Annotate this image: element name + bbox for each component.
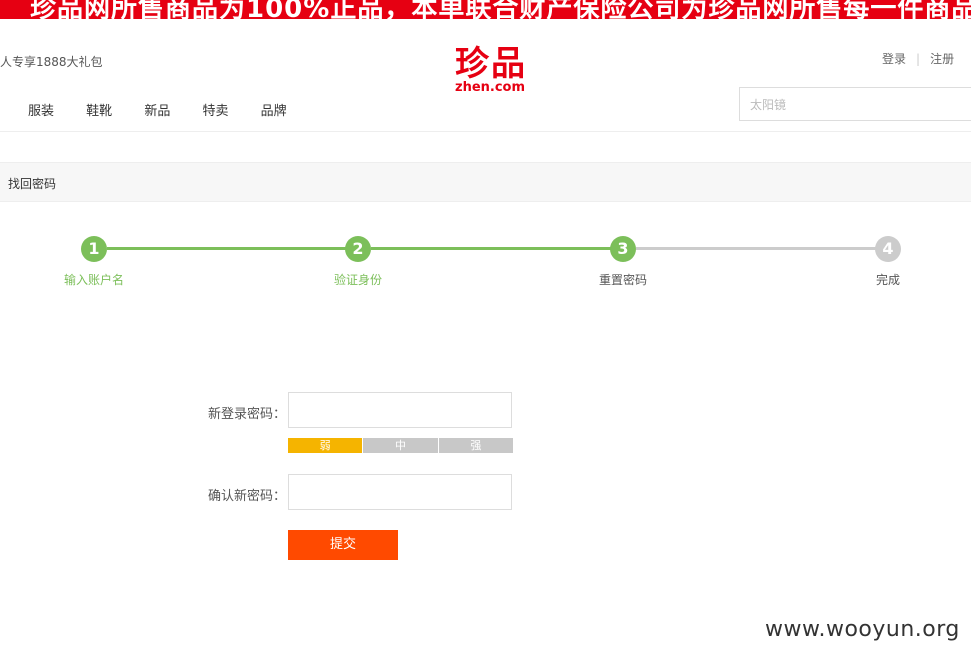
- nav-item-sale[interactable]: 特卖: [202, 100, 228, 119]
- breadcrumb: 找回密码: [0, 162, 971, 202]
- progress-steps: 1 2 3 4 输入账户名 验证身份 重置密码 完成: [0, 232, 971, 302]
- step-1-circle: 1: [81, 236, 107, 262]
- logo-cn: 珍品: [455, 44, 527, 84]
- new-password-field[interactable]: [288, 392, 512, 428]
- main-nav: 服装 鞋靴 新品 特卖 品牌: [28, 100, 315, 119]
- strength-weak: 弱: [288, 438, 363, 453]
- step-4-label: 完成: [875, 273, 901, 287]
- link-divider: |: [916, 52, 921, 66]
- step-connector-1: [107, 247, 347, 250]
- banner-text: 珍品网所售商品为100%正品，本单联合财产保险公司为珍品网所售每一件商品承保: [30, 0, 971, 19]
- nav-item-shoes[interactable]: 鞋靴: [86, 100, 112, 119]
- step-3-label: 重置密码: [598, 273, 648, 287]
- step-connector-2: [371, 247, 611, 250]
- site-logo[interactable]: 珍品 zhen.com: [455, 46, 535, 94]
- password-strength-meter: 弱 中 强: [288, 438, 513, 453]
- nav-item-new[interactable]: 新品: [144, 100, 170, 119]
- step-connector-3: [636, 247, 876, 250]
- nav-item-brands[interactable]: 品牌: [261, 100, 287, 119]
- step-2-circle: 2: [345, 236, 371, 262]
- strength-medium: 中: [363, 438, 438, 453]
- breadcrumb-title: 找回密码: [8, 177, 57, 191]
- logo-en: zhen.com: [455, 80, 526, 95]
- watermark: www.wooyun.org: [765, 617, 960, 642]
- page: 珍品网所售商品为100%正品，本单联合财产保险公司为珍品网所售每一件商品承保 人…: [0, 0, 971, 659]
- promo-text[interactable]: 人专享1888大礼包: [0, 53, 103, 70]
- confirm-password-field[interactable]: [288, 474, 512, 510]
- top-banner: 珍品网所售商品为100%正品，本单联合财产保险公司为珍品网所售每一件商品承保: [0, 0, 971, 19]
- new-password-label: 新登录密码：: [207, 407, 286, 422]
- nav-item-clothing[interactable]: 服装: [28, 100, 54, 119]
- confirm-password-label: 确认新密码：: [207, 489, 286, 504]
- header-divider: [0, 131, 971, 132]
- login-link[interactable]: 登录: [882, 52, 906, 66]
- search-input[interactable]: 太阳镜: [739, 87, 971, 121]
- step-4-circle: 4: [875, 236, 901, 262]
- strength-strong: 强: [438, 438, 513, 453]
- step-1-label: 输入账户名: [63, 273, 125, 287]
- submit-button[interactable]: 提交: [288, 530, 398, 560]
- register-link[interactable]: 注册: [930, 52, 954, 66]
- top-links: 登录 | 注册: [882, 50, 954, 67]
- step-2-label: 验证身份: [333, 273, 383, 287]
- step-3-circle: 3: [610, 236, 636, 262]
